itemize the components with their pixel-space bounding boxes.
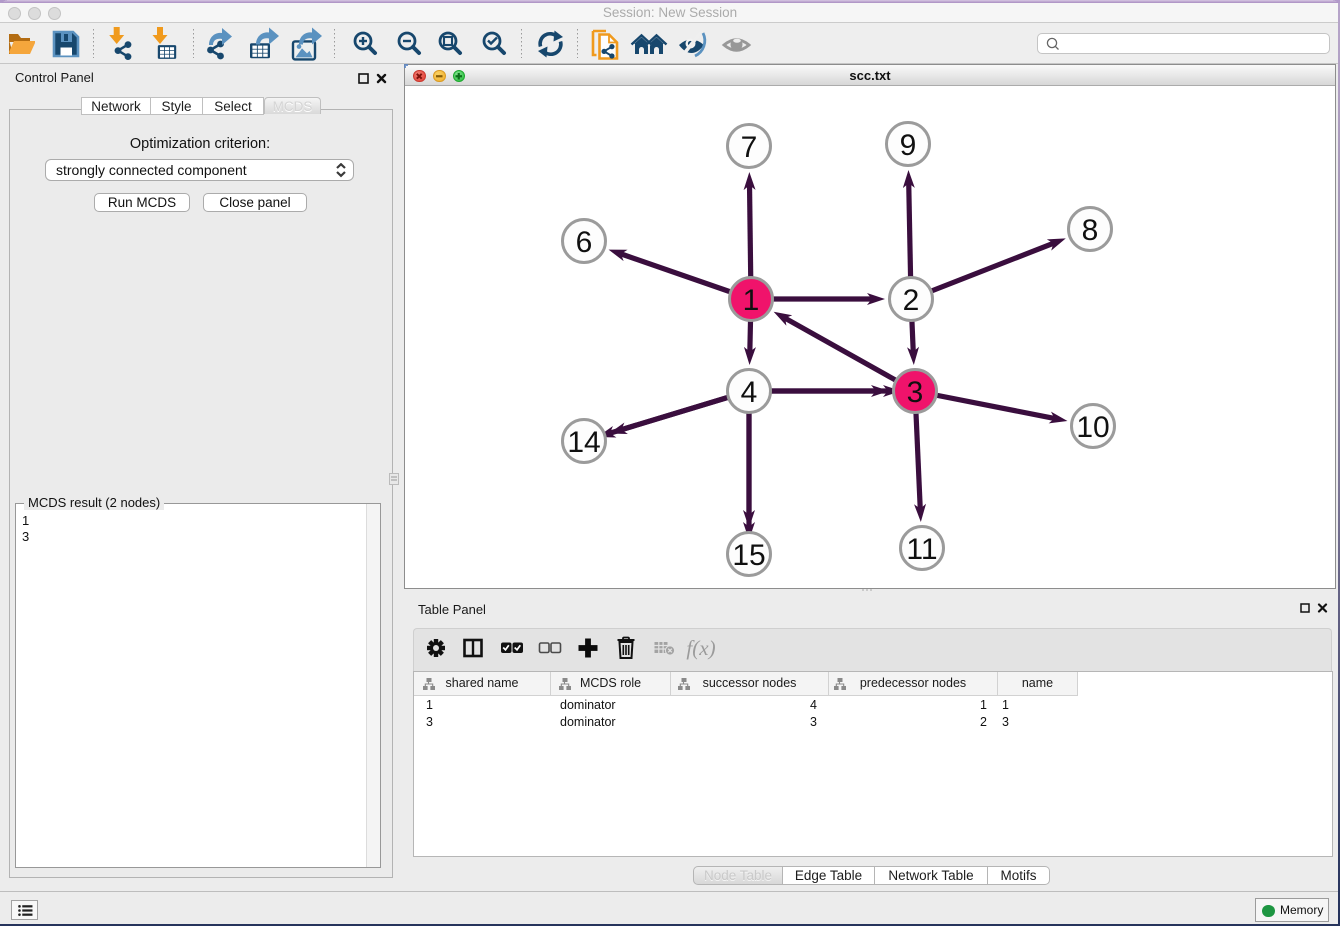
- svg-text:10: 10: [1076, 411, 1109, 444]
- svg-text:8: 8: [1082, 214, 1099, 247]
- svg-text:6: 6: [576, 226, 593, 259]
- svg-text:4: 4: [741, 376, 758, 409]
- svg-text:f(x): f(x): [686, 636, 715, 660]
- svg-text:3: 3: [907, 376, 924, 409]
- svg-text:15: 15: [732, 539, 765, 572]
- svg-text:1: 1: [743, 284, 760, 317]
- svg-text:14: 14: [567, 426, 600, 459]
- svg-text:11: 11: [906, 533, 937, 566]
- svg-text:2: 2: [903, 284, 920, 317]
- svg-text:9: 9: [900, 129, 917, 162]
- svg-text:7: 7: [741, 131, 758, 164]
